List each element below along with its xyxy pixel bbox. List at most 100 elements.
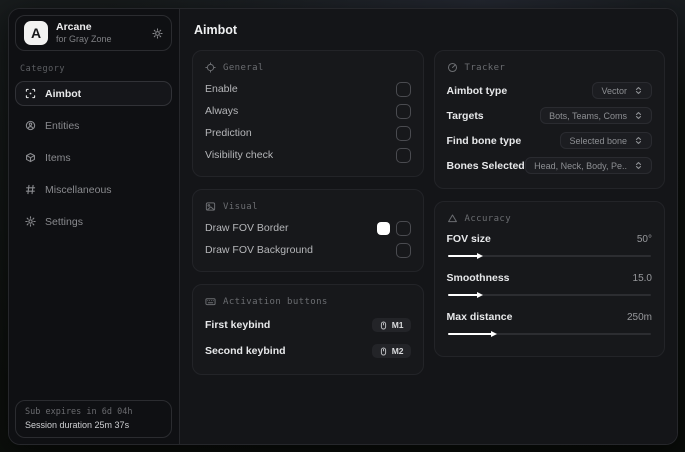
chevrons-up-down-icon — [634, 161, 643, 170]
setting-label: Targets — [446, 109, 484, 122]
tracker-card-title: Tracker — [464, 62, 506, 73]
subscription-info-card: Sub expires in 6d 04h Session duration 2… — [15, 400, 172, 438]
dropdown-value: Bots, Teams, Coms — [549, 110, 627, 121]
slider-label: FOV size — [446, 233, 491, 245]
entities-icon — [25, 120, 36, 131]
keybind-value: M1 — [391, 320, 404, 330]
sidebar-item-label: Settings — [45, 215, 83, 228]
setting-row-bones-selected: Bones Selected Head, Neck, Body, Pe.. — [447, 153, 652, 178]
slider-value: 15.0 — [632, 272, 652, 284]
app-subtitle: for Gray Zone — [56, 34, 112, 45]
slider-label: Max distance — [446, 311, 513, 323]
draw-fov-border-checkbox[interactable] — [395, 220, 411, 236]
sidebar-item-label: Miscellaneous — [45, 183, 112, 196]
slider-value: 50° — [636, 233, 652, 245]
setting-label: Draw FOV Background — [205, 244, 313, 256]
image-icon — [205, 201, 216, 212]
setting-label: First keybind — [205, 319, 271, 331]
sidebar-item-settings[interactable]: Settings — [15, 209, 172, 234]
sidebar-item-aimbot[interactable]: Aimbot — [15, 81, 172, 107]
slider-group-fov-size: FOV size 50° — [446, 229, 652, 257]
general-card-title: General — [223, 62, 264, 73]
slider-fill[interactable] — [447, 255, 479, 257]
keyboard-icon — [205, 296, 216, 307]
fov-size-slider[interactable] — [447, 255, 651, 257]
enable-checkbox[interactable] — [395, 81, 411, 97]
setting-row-draw-fov-background: Draw FOV Background — [205, 239, 411, 261]
crosshair-icon — [205, 62, 216, 73]
setting-row-draw-fov-border: Draw FOV Border — [205, 217, 411, 239]
bones-selected-dropdown[interactable]: Head, Neck, Body, Pe.. — [525, 157, 652, 174]
setting-label: Second keybind — [205, 345, 286, 357]
aimbot-icon — [25, 88, 36, 99]
slider-fill[interactable] — [447, 294, 479, 296]
activation-card-title: Activation buttons — [223, 296, 328, 307]
prediction-checkbox[interactable] — [395, 125, 411, 141]
fov-border-color-swatch[interactable] — [376, 221, 390, 235]
setting-label: Always — [205, 105, 239, 117]
app-logo-card: A Arcane for Gray Zone — [15, 15, 172, 52]
smoothness-slider[interactable] — [447, 294, 651, 296]
slider-label: Smoothness — [446, 272, 510, 284]
main-panel: Aimbot General Enable Always Prediction … — [179, 9, 677, 444]
sidebar-item-label: Items — [45, 151, 71, 164]
slider-group-max-distance: Max distance 250m — [446, 307, 652, 335]
miscellaneous-icon — [25, 184, 36, 195]
slider-fill[interactable] — [447, 333, 493, 335]
tracker-card: Tracker Aimbot type Vector Targets Bots,… — [433, 50, 665, 189]
sidebar: A Arcane for Gray Zone Category Aimbot E… — [9, 9, 179, 444]
setting-label: Aimbot type — [446, 84, 508, 97]
sidebar-nav: Aimbot Entities Items Miscellaneous Sett… — [15, 81, 172, 234]
setting-row-targets: Targets Bots, Teams, Coms — [446, 103, 652, 128]
chevrons-up-down-icon — [634, 86, 643, 95]
setting-row-second-keybind: Second keybind M2 — [205, 338, 411, 364]
dropdown-value: Selected bone — [569, 135, 627, 146]
sidebar-item-entities[interactable]: Entities — [15, 113, 172, 138]
app-logo: A — [24, 21, 48, 46]
dropdown-value: Head, Neck, Body, Pe.. — [534, 160, 627, 171]
app-name: Arcane — [56, 21, 92, 33]
triangle-icon — [447, 213, 458, 224]
setting-label: Prediction — [205, 127, 252, 139]
sub-expires-text: Sub expires in 6d 04h — [25, 407, 133, 417]
items-icon — [25, 152, 36, 163]
session-duration-text: Session duration 25m 37s — [25, 420, 130, 430]
first-keybind-button[interactable]: M1 — [371, 318, 411, 332]
always-checkbox[interactable] — [395, 103, 411, 119]
page-title: Aimbot — [194, 23, 238, 37]
setting-label: Visibility check — [205, 149, 274, 161]
sidebar-item-items[interactable]: Items — [15, 145, 172, 170]
keybind-value: M2 — [391, 346, 404, 356]
draw-fov-background-checkbox[interactable] — [395, 242, 411, 258]
setting-row-enable: Enable — [205, 78, 411, 100]
setting-label: Draw FOV Border — [205, 222, 289, 234]
visibility-check-checkbox[interactable] — [395, 147, 411, 163]
sidebar-item-label: Entities — [45, 119, 80, 132]
setting-row-find-bone-type: Find bone type Selected bone — [446, 128, 652, 153]
chevrons-up-down-icon — [634, 111, 643, 120]
find-bone-type-dropdown[interactable]: Selected bone — [560, 132, 652, 149]
settings-gear-icon — [25, 216, 36, 228]
aimbot-type-dropdown[interactable]: Vector — [592, 82, 652, 99]
setting-row-aimbot-type: Aimbot type Vector — [446, 78, 652, 103]
dropdown-value: Vector — [601, 85, 627, 96]
activation-buttons-card: Activation buttons First keybind M1 Seco… — [192, 284, 424, 375]
setting-label: Find bone type — [446, 134, 522, 147]
second-keybind-button[interactable]: M2 — [371, 344, 411, 358]
radar-icon — [447, 62, 458, 73]
sidebar-item-miscellaneous[interactable]: Miscellaneous — [15, 177, 172, 202]
slider-group-smoothness: Smoothness 15.0 — [446, 268, 652, 296]
slider-value: 250m — [626, 311, 652, 323]
app-window: A Arcane for Gray Zone Category Aimbot E… — [8, 8, 678, 445]
setting-row-visibility-check: Visibility check — [205, 144, 411, 166]
visual-card-title: Visual — [223, 201, 258, 212]
setting-label: Enable — [205, 83, 238, 95]
setting-row-always: Always — [205, 100, 411, 122]
general-card: General Enable Always Prediction Visibil… — [192, 50, 424, 177]
targets-dropdown[interactable]: Bots, Teams, Coms — [540, 107, 652, 124]
mouse-icon — [379, 346, 388, 356]
visual-card: Visual Draw FOV Border Draw FOV Backgrou… — [192, 189, 424, 272]
max-distance-slider[interactable] — [447, 333, 651, 335]
gear-icon[interactable] — [152, 28, 163, 39]
accuracy-card: Accuracy FOV size 50° Smoothness 15.0 Ma… — [433, 201, 665, 357]
